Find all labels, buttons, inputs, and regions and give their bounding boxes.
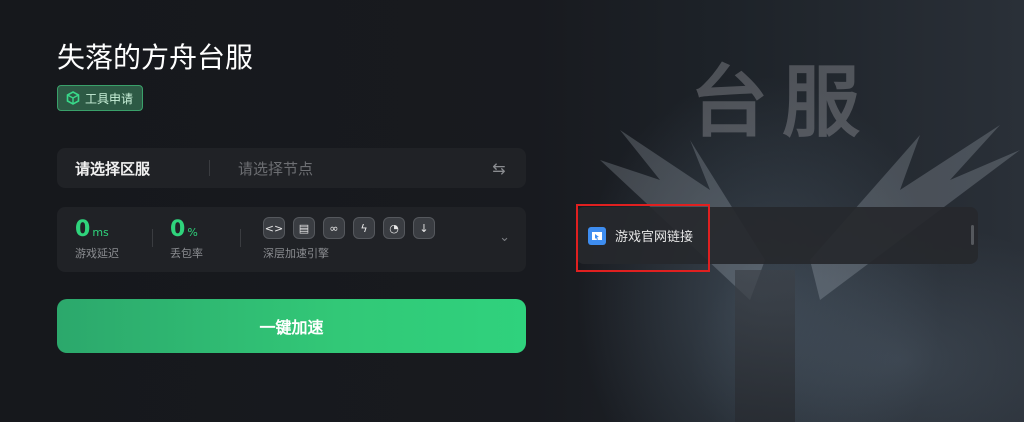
background-title: 台服 [690,57,875,148]
scrollbar[interactable] [971,225,974,245]
tool-request-label: 工具申请 [85,91,134,106]
link-icon[interactable]: ∞ [323,217,345,239]
loss-value: 0 [170,217,186,242]
divider [152,229,153,247]
accelerate-button[interactable]: 一键加速 [57,299,526,353]
node-select[interactable]: 请选择节点 [210,158,488,179]
chevron-down-icon[interactable]: ⌄ [499,230,510,245]
acceleration-engine: <> ▤ ∞ ϟ ◔ ↓ 深层加速引擎 [263,217,435,261]
divider [240,229,241,247]
swap-icon[interactable]: ⇆ [488,159,510,178]
packet-loss-stat: 0% 丢包率 [170,217,203,261]
loss-unit: % [187,226,198,239]
engine-label: 深层加速引擎 [263,247,329,260]
browser-icon[interactable]: ▤ [293,217,315,239]
page-title: 失落的方舟台服 [57,41,254,74]
latency-value: 0 [75,217,91,242]
tool-request-button[interactable]: 工具申请 [57,85,144,111]
latency-label: 游戏延迟 [75,247,119,260]
server-selector: 请选择区服 请选择节点 ⇆ [57,148,526,188]
highlight-box [576,204,710,272]
download-icon[interactable]: ↓ [413,217,435,239]
bolt-icon[interactable]: ϟ [353,217,375,239]
latency-stat: 0 ms 游戏延迟 [75,217,119,261]
code-icon[interactable]: <> [263,217,285,239]
stats-panel: 0 ms 游戏延迟 0% 丢包率 <> ▤ ∞ ϟ ◔ ↓ 深层加速引擎 ⌄ [57,207,526,272]
region-select[interactable]: 请选择区服 [57,158,209,179]
speed-icon[interactable]: ◔ [383,217,405,239]
background-tower [735,270,795,422]
cube-icon [66,91,80,105]
loss-label: 丢包率 [170,247,203,260]
latency-unit: ms [92,226,109,239]
